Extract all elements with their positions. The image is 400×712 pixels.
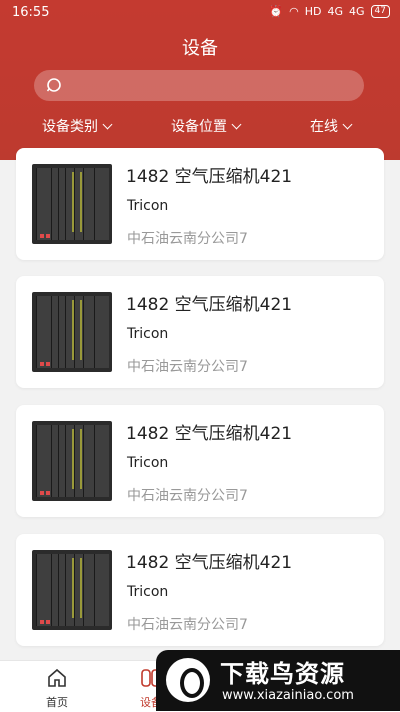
status-time: 16:55 — [12, 5, 50, 20]
search-input[interactable] — [34, 70, 364, 101]
search-icon — [46, 78, 61, 92]
device-card[interactable]: 1482 空气压缩机421 Tricon 中石油云南分公司7 — [16, 405, 384, 517]
filter-label: 在线 — [310, 119, 338, 135]
filter-device-category[interactable]: 设备类别 — [42, 116, 113, 136]
device-image — [32, 164, 112, 244]
device-image — [32, 550, 112, 630]
battery-icon: 47 — [370, 5, 390, 18]
device-organization: 中石油云南分公司7 — [127, 359, 248, 375]
chevron-down-icon — [231, 119, 242, 129]
watermark-url: www.xiazainiao.com — [222, 688, 354, 703]
filter-label: 设备类别 — [42, 119, 98, 135]
device-name: 1482 空气压缩机421 — [126, 424, 293, 444]
device-brand: Tricon — [127, 326, 169, 342]
hd-label: HD — [304, 5, 322, 18]
filter-bar: 设备类别 设备位置 在线 — [0, 116, 400, 136]
device-card[interactable]: 1482 空气压缩机421 Tricon 中石油云南分公司7 — [16, 148, 384, 260]
watermark-title: 下载鸟资源 — [220, 660, 345, 688]
filter-online-status[interactable]: 在线 — [310, 116, 353, 136]
tab-label: 首页 — [46, 696, 68, 709]
device-name: 1482 空气压缩机421 — [126, 553, 293, 573]
watermark-logo-icon — [166, 658, 210, 702]
device-organization: 中石油云南分公司7 — [127, 488, 248, 504]
chevron-down-icon — [102, 119, 113, 129]
wifi-icon: ◠ — [289, 5, 299, 18]
status-bar: 16:55 ⏰ ◠ HD 4G 4G 47 — [0, 0, 400, 26]
device-brand: Tricon — [127, 198, 169, 214]
filter-label: 设备位置 — [171, 119, 227, 135]
device-name: 1482 空气压缩机421 — [126, 295, 293, 315]
home-icon — [48, 668, 66, 687]
device-image — [32, 421, 112, 501]
status-icons: ⏰ ◠ HD 4G 4G 47 — [269, 5, 390, 18]
device-card[interactable]: 1482 空气压缩机421 Tricon 中石油云南分公司7 — [16, 276, 384, 388]
page-title: 设备 — [182, 38, 218, 59]
filter-device-location[interactable]: 设备位置 — [171, 116, 242, 136]
alarm-icon: ⏰ — [269, 5, 284, 18]
tab-home[interactable]: 首页 — [27, 667, 87, 710]
device-organization: 中石油云南分公司7 — [127, 231, 248, 247]
signal-2-label: 4G — [349, 5, 365, 18]
device-organization: 中石油云南分公司7 — [127, 617, 248, 633]
device-name: 1482 空气压缩机421 — [126, 167, 293, 187]
signal-1-label: 4G — [327, 5, 344, 18]
chevron-down-icon — [342, 119, 353, 129]
device-card[interactable]: 1482 空气压缩机421 Tricon 中石油云南分公司7 — [16, 534, 384, 646]
device-brand: Tricon — [127, 584, 169, 600]
device-brand: Tricon — [127, 455, 169, 471]
watermark-badge: 下载鸟资源 www.xiazainiao.com — [156, 650, 400, 711]
device-image — [32, 292, 112, 372]
